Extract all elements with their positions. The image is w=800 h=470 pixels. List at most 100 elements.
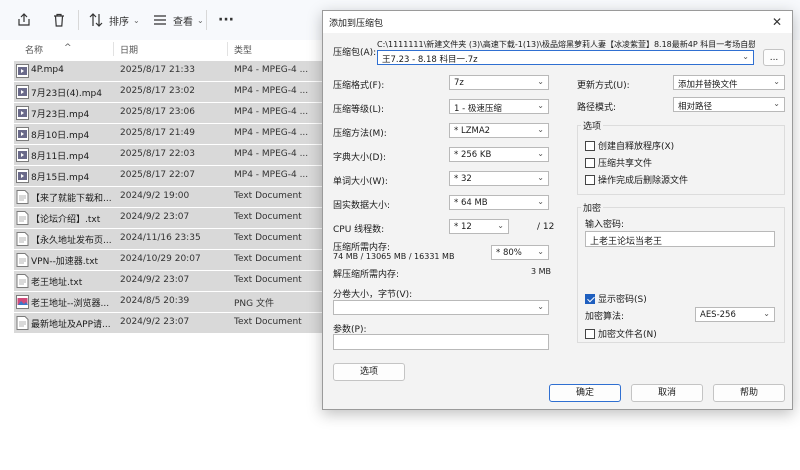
file-row[interactable]: 老王地址.txt 2024/9/2 23:07 Text Document — [14, 271, 334, 291]
file-type: MP4 - MPEG-4 ... — [234, 86, 309, 96]
file-row[interactable]: 【来了就能下载和... 2024/9/2 19:00 Text Document — [14, 187, 334, 207]
column-divider[interactable] — [227, 42, 228, 56]
file-type: Text Document — [234, 212, 302, 222]
column-date[interactable]: 日期 — [120, 43, 138, 56]
show-password-checkbox[interactable]: 显示密码(S) — [585, 292, 647, 305]
file-date: 2024/9/2 23:07 — [120, 317, 190, 327]
format-value: 7z — [454, 78, 464, 88]
dialog-titlebar: 添加到压缩包 ✕ — [323, 11, 792, 33]
enc-method-value: AES-256 — [700, 310, 736, 320]
file-date: 2024/8/5 20:39 — [120, 296, 190, 306]
chevron-down-icon: ⌄ — [497, 221, 504, 230]
delete-button[interactable] — [51, 9, 67, 31]
chevron-down-icon: ⌄ — [763, 309, 770, 318]
column-type[interactable]: 类型 — [234, 43, 252, 56]
file-date: 2024/9/2 23:07 — [120, 275, 190, 285]
params-input[interactable] — [333, 334, 549, 350]
format-select[interactable]: 7z ⌄ — [449, 75, 549, 90]
level-select[interactable]: 1 - 极速压缩 ⌄ — [449, 99, 549, 114]
sfx-checkbox[interactable]: 创建自释放程序(X) — [585, 139, 674, 152]
file-row[interactable]: 4P.mp4 2025/8/17 21:33 MP4 - MPEG-4 ... — [14, 61, 334, 81]
word-label: 单词大小(W): — [333, 177, 388, 187]
delete-source-label: 操作完成后删除源文件 — [598, 176, 689, 186]
enc-method-select[interactable]: AES-256 ⌄ — [695, 307, 775, 322]
file-date: 2024/11/16 23:35 — [120, 233, 201, 243]
view-button[interactable]: 查看 ⌄ — [152, 9, 204, 31]
path-mode-select[interactable]: 相对路径 ⌄ — [673, 97, 785, 112]
dict-select[interactable]: * 256 KB ⌄ — [449, 147, 549, 162]
column-divider[interactable] — [113, 42, 114, 56]
file-date: 2025/8/17 21:33 — [120, 65, 195, 75]
file-row[interactable]: 7月23日(4).mp4 2025/8/17 23:02 MP4 - MPEG-4 … — [14, 82, 334, 102]
password-input[interactable]: 上老王论坛当老王 — [585, 231, 775, 247]
method-select[interactable]: * LZMA2 ⌄ — [449, 123, 549, 138]
file-date: 2025/8/17 23:06 — [120, 107, 195, 117]
file-name: 【永久地址发布页... — [31, 236, 112, 246]
file-row[interactable]: 【永久地址发布页... 2024/11/16 23:35 Text Document — [14, 229, 334, 249]
toolbar-divider — [206, 10, 207, 30]
close-icon[interactable]: ✕ — [768, 13, 786, 31]
file-row[interactable]: 【论坛介绍】.txt 2024/9/2 23:07 Text Document — [14, 208, 334, 228]
video-file-icon — [16, 64, 29, 78]
split-select[interactable]: ⌄ — [333, 300, 549, 315]
column-name[interactable]: 名称 — [25, 43, 43, 56]
shared-checkbox[interactable]: 压缩共享文件 — [585, 156, 652, 169]
update-value: 添加并替换文件 — [678, 80, 738, 90]
help-button[interactable]: 帮助 — [713, 384, 785, 402]
file-row[interactable]: VPN--加速器.txt 2024/10/29 20:07 Text Documen… — [14, 250, 334, 270]
file-date: 2025/8/17 22:07 — [120, 170, 195, 180]
checkbox-box[interactable] — [585, 328, 595, 339]
archive-path-combo[interactable]: 王7.23 - 8.18 科目一.7z ⌄ — [377, 50, 754, 65]
sort-button[interactable]: 排序 ⌄ — [88, 9, 140, 31]
file-row[interactable]: 8月10日.mp4 2025/8/17 21:49 MP4 - MPEG-4 ... — [14, 124, 334, 144]
chevron-down-icon: ⌄ — [773, 99, 780, 108]
level-value: 1 - 极速压缩 — [454, 104, 502, 114]
file-name: 7月23日(4).mp4 — [31, 89, 102, 99]
checkbox-box[interactable] — [585, 293, 595, 304]
file-name: 最新地址及APP请... — [31, 320, 111, 330]
video-file-icon — [16, 106, 29, 120]
checkbox-box[interactable] — [585, 174, 595, 185]
cpu-select[interactable]: * 12 ⌄ — [449, 219, 509, 234]
shared-label: 压缩共享文件 — [598, 159, 653, 169]
update-select[interactable]: 添加并替换文件 ⌄ — [673, 75, 785, 90]
file-row[interactable]: 7月23日.mp4 2025/8/17 23:06 MP4 - MPEG-4 ... — [14, 103, 334, 123]
file-name: 老王地址--浏览器... — [31, 299, 110, 309]
dialog-title: 添加到压缩包 — [329, 19, 384, 29]
cpu-value: * 12 — [454, 222, 472, 232]
more-button[interactable]: ··· — [218, 9, 234, 31]
share-button[interactable] — [16, 9, 32, 31]
video-file-icon — [16, 127, 29, 141]
solid-select[interactable]: * 64 MB ⌄ — [449, 195, 549, 210]
mem-percent-value: * 80% — [496, 248, 522, 258]
file-type: MP4 - MPEG-4 ... — [234, 170, 309, 180]
path-mode-label: 路径模式: — [577, 103, 617, 113]
file-row[interactable]: 最新地址及APP请... 2024/9/2 23:07 Text Document — [14, 313, 334, 333]
file-date: 2024/9/2 23:07 — [120, 212, 190, 222]
chevron-down-icon: ⌄ — [133, 15, 140, 25]
checkbox-box[interactable] — [585, 140, 595, 151]
file-row[interactable]: 8月15日.mp4 2025/8/17 22:07 MP4 - MPEG-4 ... — [14, 166, 334, 186]
file-type: MP4 - MPEG-4 ... — [234, 107, 309, 117]
mem-percent-select[interactable]: * 80% ⌄ — [491, 245, 549, 260]
view-label: 查看 — [173, 16, 193, 28]
word-select[interactable]: * 32 ⌄ — [449, 171, 549, 186]
file-row[interactable]: 8月11日.mp4 2025/8/17 22:03 MP4 - MPEG-4 ... — [14, 145, 334, 165]
dict-value: * 256 KB — [454, 150, 492, 160]
file-type: Text Document — [234, 191, 302, 201]
checkbox-box[interactable] — [585, 157, 595, 168]
file-date: 2024/10/29 20:07 — [120, 254, 201, 264]
chevron-down-icon: ⌄ — [537, 197, 544, 206]
delete-source-checkbox[interactable]: 操作完成后删除源文件 — [585, 173, 688, 186]
cancel-button[interactable]: 取消 — [631, 384, 703, 402]
file-date: 2025/8/17 22:03 — [120, 149, 195, 159]
chevron-down-icon: ⌄ — [742, 52, 749, 61]
file-type: MP4 - MPEG-4 ... — [234, 128, 309, 138]
options-button[interactable]: 选项 — [333, 363, 405, 381]
ok-button[interactable]: 确定 — [549, 384, 621, 402]
browse-button[interactable]: ... — [763, 49, 785, 66]
chevron-down-icon: ⌄ — [537, 77, 544, 86]
dict-label: 字典大小(D): — [333, 153, 386, 163]
encrypt-names-checkbox[interactable]: 加密文件名(N) — [585, 327, 657, 340]
file-row[interactable]: 老王地址--浏览器... 2024/8/5 20:39 PNG 文件 — [14, 292, 334, 312]
